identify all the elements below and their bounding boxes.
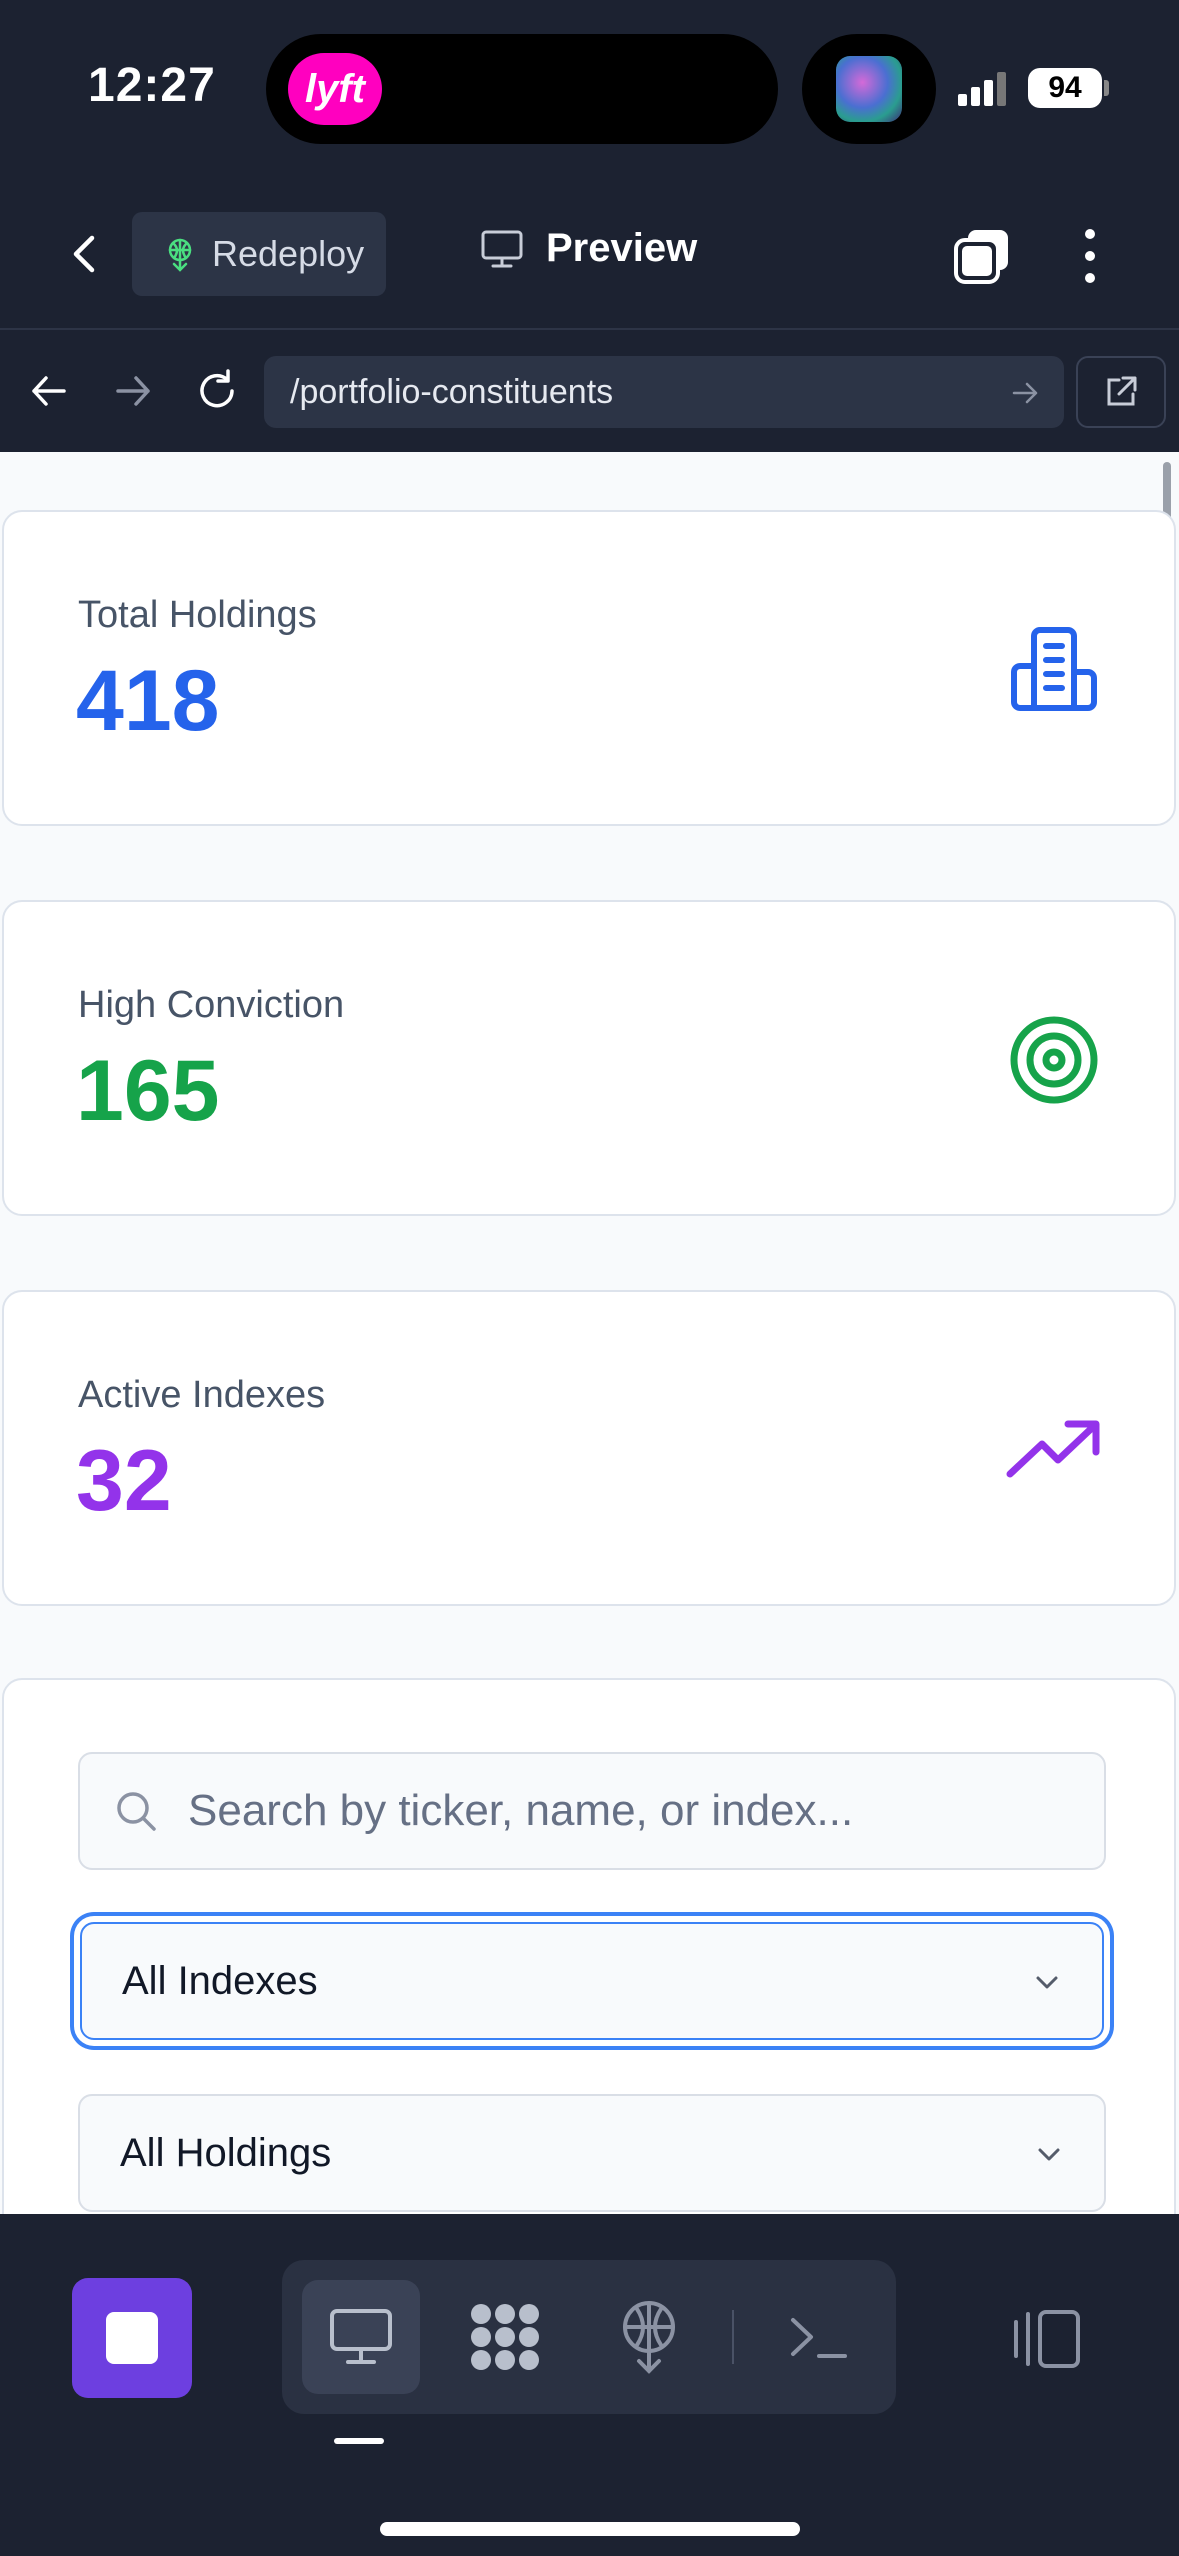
status-time: 12:27 [88,59,216,112]
album-art-icon [836,56,902,122]
chevron-down-icon [1038,2148,1060,2161]
stat-label: High Conviction [78,984,345,1026]
search-placeholder: Search by ticker, name, or index... [188,1786,854,1835]
browser-forward-icon[interactable] [108,366,158,416]
toolbar-divider [732,2310,734,2364]
tabs-icon[interactable] [952,226,1012,286]
preview-tab[interactable]: Preview [480,226,697,271]
tool-switcher [282,2260,896,2414]
deploy-icon [168,238,192,272]
chevron-down-icon [1036,1976,1058,1989]
index-select[interactable]: All Indexes [80,1922,1104,2040]
now-playing-island[interactable] [802,34,936,144]
deploy-icon[interactable] [590,2280,708,2394]
split-view-icon[interactable] [1010,2308,1082,2370]
preview-label: Preview [546,226,698,270]
app-header: Redeploy Preview [0,180,1179,330]
bottom-toolbar [0,2214,1179,2556]
url-field[interactable]: /portfolio-constituents [264,356,1064,428]
status-bar: 12:27 lyft 94 [0,0,1179,180]
battery-tip [1104,80,1109,96]
redeploy-button[interactable]: Redeploy [132,212,386,296]
desktop-icon[interactable] [302,2280,420,2394]
url-bar: /portfolio-constituents [0,332,1179,452]
redeploy-label: Redeploy [212,233,365,274]
active-tool-indicator [334,2438,384,2444]
stat-card-high-conviction: High Conviction 165 [2,900,1176,1216]
page-content[interactable]: Total Holdings 418 High Conviction 165 A… [0,452,1179,2214]
filter-panel: Search by ticker, name, or index... All … [2,1678,1176,2214]
back-chevron-icon[interactable] [62,230,110,278]
stop-icon [106,2312,158,2364]
stat-value: 165 [76,1043,220,1139]
more-options-icon[interactable] [1080,226,1100,286]
target-icon [1010,1016,1098,1104]
external-link-icon [1107,376,1137,406]
stop-button[interactable] [72,2278,192,2398]
search-icon [117,1792,156,1831]
home-indicator[interactable] [380,2522,800,2536]
browser-back-icon[interactable] [24,366,74,416]
stat-label: Total Holdings [78,594,317,636]
open-external-button[interactable] [1076,356,1166,428]
signal-icon [958,72,1008,106]
holdings-select[interactable]: All Holdings [78,2094,1106,2212]
dynamic-island[interactable]: lyft [266,34,778,144]
lyft-logo-icon: lyft [288,53,382,125]
battery-indicator: 94 [1028,68,1102,108]
monitor-icon [481,230,523,267]
trending-up-icon [1006,1420,1100,1478]
holdings-select-value: All Holdings [120,2130,332,2175]
stat-card-active-indexes: Active Indexes 32 [2,1290,1176,1606]
index-select-value: All Indexes [122,1958,318,2003]
apps-icon[interactable] [446,2280,564,2394]
go-arrow-icon[interactable] [1010,378,1040,408]
terminal-icon[interactable] [760,2280,878,2394]
stat-label: Active Indexes [78,1374,326,1416]
url-text: /portfolio-constituents [290,372,614,411]
stat-value: 418 [76,653,220,749]
stat-value: 32 [76,1433,172,1529]
reload-icon[interactable] [192,366,242,416]
search-input[interactable]: Search by ticker, name, or index... [78,1752,1106,1870]
stat-card-total-holdings: Total Holdings 418 [2,510,1176,826]
building-icon [1011,627,1097,711]
